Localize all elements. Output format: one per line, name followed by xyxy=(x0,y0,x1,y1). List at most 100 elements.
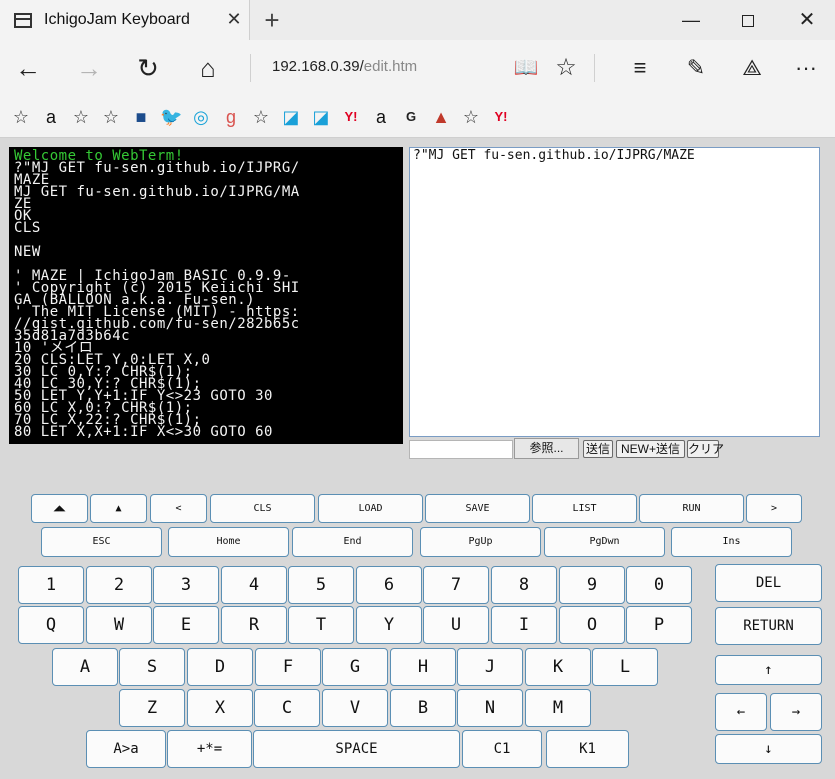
key-w-button[interactable]: W xyxy=(86,606,152,644)
key-symbols-button[interactable]: +*= xyxy=(167,730,252,768)
browser-tab[interactable]: IchigoJam Keyboard ✕ xyxy=(0,0,250,40)
favorite-amazon-icon[interactable]: a xyxy=(40,106,62,128)
key-run-button[interactable]: RUN xyxy=(639,494,744,523)
key-ins-button[interactable]: Ins xyxy=(671,527,792,557)
back-button[interactable]: ← xyxy=(8,48,48,88)
new-send-button[interactable]: NEW+送信 xyxy=(616,440,685,458)
key-q-button[interactable]: Q xyxy=(18,606,84,644)
reading-view-icon[interactable]: 📖 xyxy=(506,48,546,88)
send-button[interactable]: 送信 xyxy=(583,440,613,458)
key-c-button[interactable]: C xyxy=(254,689,320,727)
key-n-button[interactable]: N xyxy=(457,689,523,727)
key-pgup-button[interactable]: PgUp xyxy=(420,527,541,557)
favorite-g-icon[interactable]: g xyxy=(220,106,242,128)
new-tab-button[interactable]: + xyxy=(260,6,284,34)
key-h-button[interactable]: H xyxy=(390,648,456,686)
favorite-app-icon[interactable]: ◪ xyxy=(280,106,302,128)
favorite-news-icon[interactable]: ■ xyxy=(130,106,152,128)
key-x-button[interactable]: X xyxy=(187,689,253,727)
key-0-button[interactable]: 0 xyxy=(626,566,692,604)
key-k1-button[interactable]: K1 xyxy=(546,730,629,768)
key-return-button[interactable]: RETURN xyxy=(715,607,822,645)
forward-button[interactable]: → xyxy=(69,48,109,88)
key-o-button[interactable]: O xyxy=(559,606,625,644)
home-button[interactable]: ⌂ xyxy=(188,48,228,88)
key-j-button[interactable]: J xyxy=(457,648,523,686)
tab-close-icon[interactable]: ✕ xyxy=(225,10,243,28)
close-window-button[interactable]: ✕ xyxy=(779,0,835,40)
key-down-arrow-button[interactable]: ↓ xyxy=(715,734,822,764)
key-9-button[interactable]: 9 xyxy=(559,566,625,604)
favorite-star-icon[interactable]: ☆ xyxy=(100,106,122,128)
favorite-star-icon[interactable]: ☆ xyxy=(460,106,482,128)
key-c1-button[interactable]: C1 xyxy=(462,730,542,768)
key-symbol-button[interactable]: ▲ xyxy=(90,494,147,523)
key-r-button[interactable]: R xyxy=(221,606,287,644)
key-l-button[interactable]: L xyxy=(592,648,658,686)
key-cls-button[interactable]: CLS xyxy=(210,494,315,523)
webterm-terminal[interactable]: Welcome to WebTerm! ?"MJ GET fu-sen.githu… xyxy=(9,147,403,444)
web-note-icon[interactable]: ✎ xyxy=(676,48,716,88)
key-save-button[interactable]: SAVE xyxy=(425,494,530,523)
refresh-button[interactable]: ↻ xyxy=(128,48,168,88)
key-s-button[interactable]: S xyxy=(119,648,185,686)
address-bar[interactable]: 192.168.0.39/edit.htm xyxy=(272,58,417,75)
favorite-star-icon[interactable]: ☆ xyxy=(250,106,272,128)
hub-icon[interactable]: ≡ xyxy=(620,48,660,88)
favorite-twitter-icon[interactable]: 🐦 xyxy=(160,106,182,128)
key-k-button[interactable]: K xyxy=(525,648,591,686)
share-icon[interactable]: ⟁ xyxy=(732,48,772,88)
favorite-yahoo-icon[interactable]: Y! xyxy=(340,106,362,128)
favorite-target-icon[interactable]: ◎ xyxy=(190,106,212,128)
favorite-yahoo-icon[interactable]: Y! xyxy=(490,106,512,128)
key-y-button[interactable]: Y xyxy=(356,606,422,644)
key-5-button[interactable]: 5 xyxy=(288,566,354,604)
key-4-button[interactable]: 4 xyxy=(221,566,287,604)
key-list-button[interactable]: LIST xyxy=(532,494,637,523)
key-p-button[interactable]: P xyxy=(626,606,692,644)
browse-button[interactable]: 参照... xyxy=(514,438,579,459)
key-end-button[interactable]: End xyxy=(292,527,413,557)
key-d-button[interactable]: D xyxy=(187,648,253,686)
key-z-button[interactable]: Z xyxy=(119,689,185,727)
key-left-arrow-button[interactable]: ← xyxy=(715,693,767,731)
key-8-button[interactable]: 8 xyxy=(491,566,557,604)
favorite-amazon-icon[interactable]: a xyxy=(370,106,392,128)
key-v-button[interactable]: V xyxy=(322,689,388,727)
key-symbol-button[interactable]: > xyxy=(746,494,802,523)
key-symbol-button[interactable]: ◢◣ xyxy=(31,494,88,523)
key-2-button[interactable]: 2 xyxy=(86,566,152,604)
key-6-button[interactable]: 6 xyxy=(356,566,422,604)
key-del-button[interactable]: DEL xyxy=(715,564,822,602)
key-up-arrow-button[interactable]: ↑ xyxy=(715,655,822,685)
key-m-button[interactable]: M xyxy=(525,689,591,727)
maximize-button[interactable] xyxy=(720,0,776,40)
key-home-button[interactable]: Home xyxy=(168,527,289,557)
key-load-button[interactable]: LOAD xyxy=(318,494,423,523)
key-case-toggle-button[interactable]: A>a xyxy=(86,730,166,768)
favorite-g-box-icon[interactable]: G xyxy=(400,106,422,128)
favorite-star-icon[interactable]: ☆ xyxy=(10,106,32,128)
key-b-button[interactable]: B xyxy=(390,689,456,727)
key-e-button[interactable]: E xyxy=(153,606,219,644)
key-a-button[interactable]: A xyxy=(52,648,118,686)
favorite-star-icon[interactable]: ☆ xyxy=(546,48,586,88)
key-esc-button[interactable]: ESC xyxy=(41,527,162,557)
key-right-arrow-button[interactable]: → xyxy=(770,693,822,731)
key-u-button[interactable]: U xyxy=(423,606,489,644)
clear-button[interactable]: クリア xyxy=(687,440,724,458)
file-path-field[interactable] xyxy=(409,440,513,459)
favorite-app-icon[interactable]: ◪ xyxy=(310,106,332,128)
key-t-button[interactable]: T xyxy=(288,606,354,644)
minimize-button[interactable]: — xyxy=(663,0,719,40)
favorite-star-icon[interactable]: ☆ xyxy=(70,106,92,128)
key-f-button[interactable]: F xyxy=(255,648,321,686)
key-g-button[interactable]: G xyxy=(322,648,388,686)
program-editor[interactable] xyxy=(409,147,820,437)
more-icon[interactable]: ··· xyxy=(786,48,826,88)
key-1-button[interactable]: 1 xyxy=(18,566,84,604)
key-i-button[interactable]: I xyxy=(491,606,557,644)
key-pgdwn-button[interactable]: PgDwn xyxy=(544,527,665,557)
key-space-button[interactable]: SPACE xyxy=(253,730,460,768)
key-7-button[interactable]: 7 xyxy=(423,566,489,604)
